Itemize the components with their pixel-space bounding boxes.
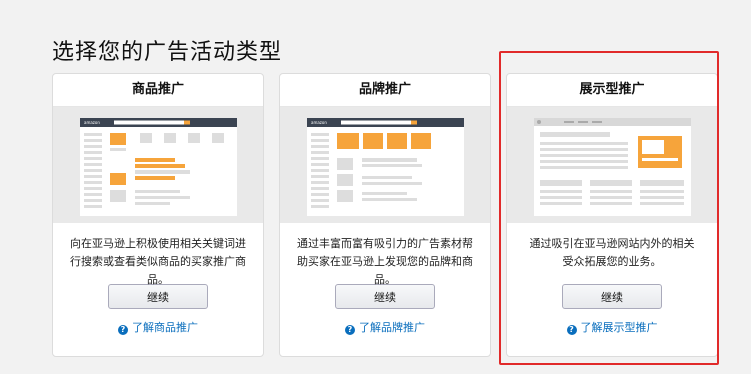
sponsored-brands-preview: amazon	[280, 107, 490, 223]
help-link-text: 了解商品推广	[132, 321, 198, 334]
page-title: 选择您的广告活动类型	[52, 40, 283, 65]
continue-button-sponsored-display[interactable]: 继续	[562, 284, 662, 309]
card-description: 通过丰富而富有吸引力的广告素材帮助买家在亚马逊上发现您的品牌和商品。	[297, 237, 473, 286]
card-sponsored-display: 展示型推广 通过吸引在亚马逊网站内外的相关受众拓展您的业务。 继续 ? 了解展示…	[506, 73, 718, 357]
card-title: 展示型推广	[507, 74, 717, 107]
sponsored-display-illustration	[534, 118, 691, 216]
card-description: 向在亚马逊上积极使用相关关键词进行搜索或查看类似商品的买家推广商品。	[70, 237, 246, 286]
question-circle-icon: ?	[345, 325, 355, 335]
learn-sponsored-display-link[interactable]: ? 了解展示型推广	[507, 319, 717, 335]
help-link-text: 了解品牌推广	[359, 321, 425, 334]
card-title: 商品推广	[53, 74, 263, 107]
help-link-text: 了解展示型推广	[580, 321, 658, 334]
question-circle-icon: ?	[566, 325, 577, 335]
card-sponsored-brands: 品牌推广 amazon 通过丰富而富有吸引力的广告素材帮助买家在亚马逊上发现您的…	[279, 73, 491, 357]
sponsored-brands-illustration: amazon	[307, 118, 464, 216]
card-title: 品牌推广	[280, 74, 490, 107]
amazon-logo: amazon	[84, 120, 100, 125]
card-sponsored-products: 商品推广 amazon 向在亚马逊上积极使用相关关键词进行搜索或查看类似商品的买…	[52, 73, 264, 357]
amazon-logo: amazon	[311, 120, 327, 125]
card-description: 通过吸引在亚马逊网站内外的相关受众拓展您的业务。	[529, 237, 695, 268]
sponsored-products-illustration: amazon	[80, 118, 237, 216]
sponsored-products-preview: amazon	[53, 107, 263, 223]
learn-sponsored-products-link[interactable]: ? 了解商品推广	[53, 319, 263, 335]
sponsored-display-preview	[507, 107, 717, 223]
question-circle-icon: ?	[118, 325, 128, 335]
learn-sponsored-brands-link[interactable]: ? 了解品牌推广	[280, 319, 490, 335]
